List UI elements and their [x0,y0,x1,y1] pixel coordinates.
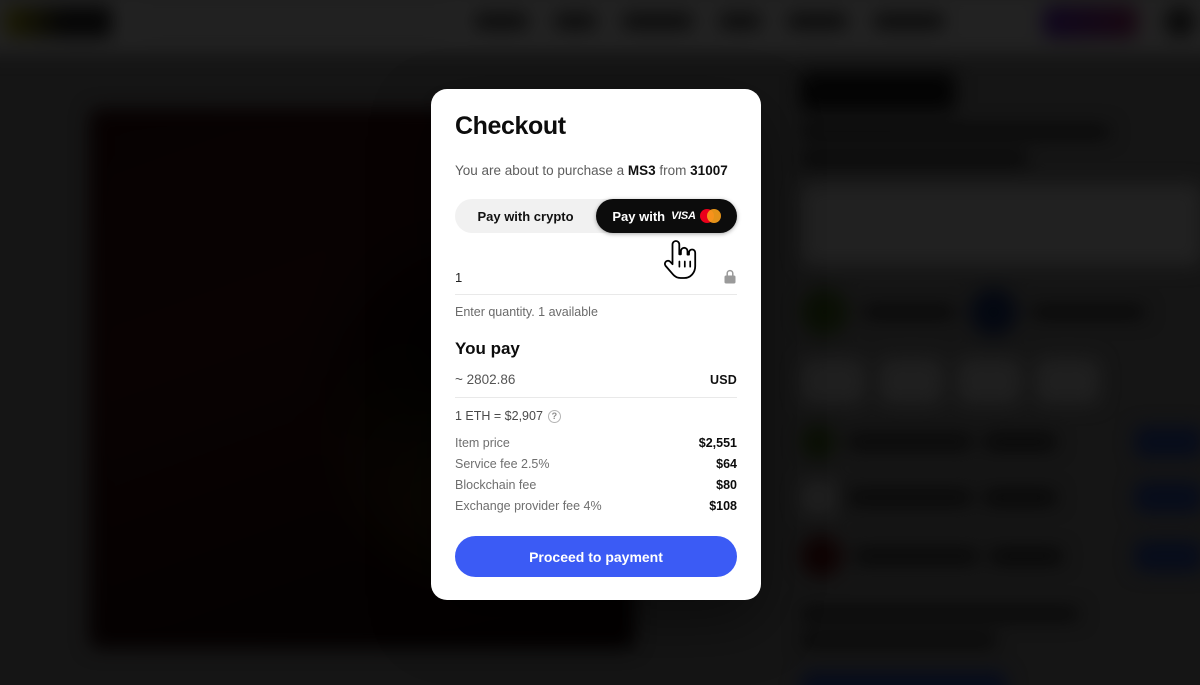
amount-row: ~ 2802.86 USD [455,372,737,399]
tab-pay-with-card-label: Pay with [612,208,666,224]
amount-value: ~ 2802.86 [455,372,516,388]
lock-icon [723,269,737,285]
proceed-to-payment-button[interactable]: Proceed to payment [455,536,737,578]
purchase-description: You are about to purchase a MS3 from 310… [455,161,737,182]
currency-label: USD [710,372,737,387]
fee-label: Item price [455,436,510,451]
fee-label: Service fee 2.5% [455,457,550,472]
quantity-row [455,269,737,296]
checkout-modal: Checkout You are about to purchase a MS3… [431,89,761,600]
exchange-rate-row: 1 ETH = $2,907 ? [455,409,737,423]
purchase-description-prefix: You are about to purchase a [455,162,628,178]
purchase-seller-name: 31007 [690,162,728,178]
fee-breakdown: Item price $2,551 Service fee 2.5% $64 B… [455,436,737,513]
fee-row: Service fee 2.5% $64 [455,457,737,471]
purchase-item-name: MS3 [627,162,656,178]
fee-value: $108 [709,499,737,514]
quantity-input[interactable] [455,269,655,285]
quantity-helper-text: Enter quantity. 1 available [455,305,598,320]
payment-method-toggle: Pay with crypto Pay with VISA [455,199,737,234]
fee-label: Exchange provider fee 4% [455,499,602,514]
tab-pay-with-crypto[interactable]: Pay with crypto [455,199,596,233]
exchange-rate-text: 1 ETH = $2,907 [455,409,543,424]
page-title: Checkout [455,112,566,140]
visa-icon: VISA [671,210,696,223]
purchase-description-middle: from [655,162,691,178]
tab-pay-with-crypto-label: Pay with crypto [477,208,574,224]
fee-value: $64 [716,457,737,472]
help-circle-icon[interactable]: ? [547,409,561,423]
screen: Checkout You are about to purchase a MS3… [0,0,1200,685]
fee-value: $80 [716,478,737,493]
fee-row: Exchange provider fee 4% $108 [455,499,737,513]
tab-pay-with-card[interactable]: Pay with VISA [596,199,737,234]
card-brand-logos: VISA [671,209,721,224]
you-pay-heading: You pay [455,339,520,359]
fee-row: Item price $2,551 [455,436,737,450]
fee-value: $2,551 [698,436,737,451]
mastercard-icon [699,209,721,224]
fee-label: Blockchain fee [455,478,537,493]
fee-row: Blockchain fee $80 [455,478,737,492]
